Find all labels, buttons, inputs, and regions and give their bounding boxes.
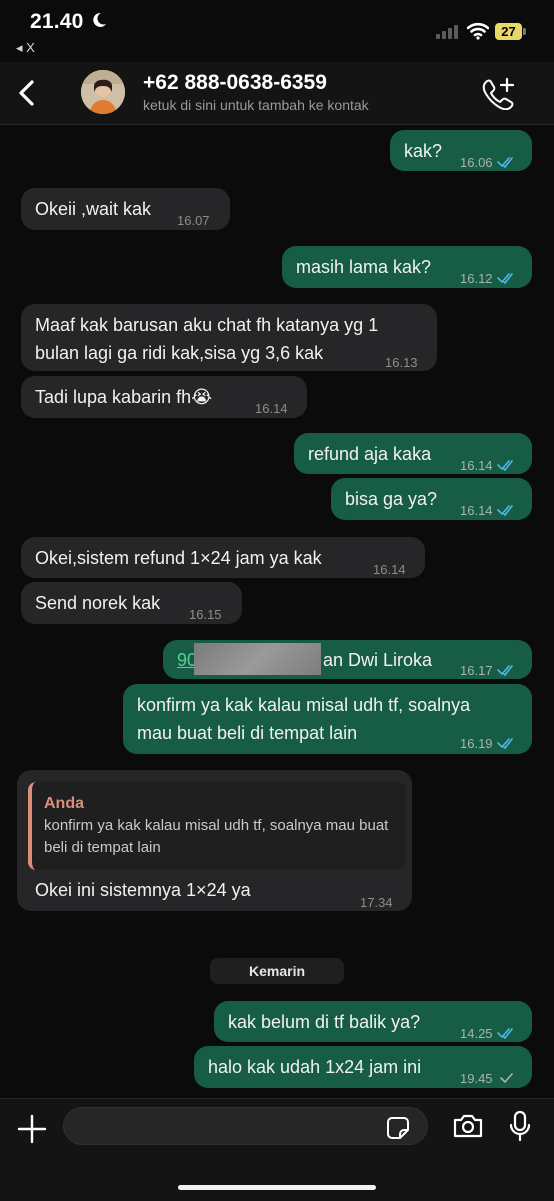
message-text: masih lama kak? <box>296 257 432 277</box>
message-bubble-incoming[interactable]: Maaf kak barusan aku chat fh katanya yg … <box>21 304 437 371</box>
message-text-line-1: konfirm ya kak kalau misal udh tf, soaln… <box>137 695 471 715</box>
sticker-icon[interactable] <box>386 1116 410 1140</box>
message-text-line-2: mau buat beli di tempat lain <box>137 723 358 743</box>
back-to-app-link[interactable]: ◂ X <box>16 40 35 56</box>
message-time: 16.14 <box>373 562 406 577</box>
message-time: 16.14 <box>460 503 493 518</box>
message-meta: 16.12 <box>460 265 515 293</box>
battery-icon: 27 <box>495 23 527 41</box>
message-bubble-outgoing[interactable]: masih lama kak? 16.12 <box>282 246 532 288</box>
moon-icon <box>93 12 106 27</box>
avatar[interactable] <box>81 70 125 114</box>
message-meta: 14.25 <box>460 1020 515 1048</box>
message-time: 16.07 <box>177 213 210 228</box>
chat-header: +62 888-0638-6359 ketuk di sini untuk ta… <box>0 62 554 125</box>
message-time: 16.17 <box>460 663 493 678</box>
message-meta: 16.06 <box>460 149 515 177</box>
message-bubble-outgoing[interactable]: kak? 16.06 <box>390 130 532 171</box>
redacted-area <box>194 643 321 675</box>
double-check-icon <box>496 157 513 168</box>
message-bubble-incoming[interactable]: Send norek kak 16.15 <box>21 582 242 624</box>
message-input[interactable] <box>63 1107 428 1145</box>
message-time: 16.14 <box>255 401 288 416</box>
battery-level: 27 <box>495 23 522 40</box>
message-text: Send norek kak <box>35 593 161 613</box>
double-check-icon <box>496 1028 513 1039</box>
message-bubble-outgoing[interactable]: bisa ga ya? 16.14 <box>331 478 532 520</box>
single-check-icon <box>499 1073 513 1084</box>
message-text: Okei,sistem refund 1×24 jam ya kak <box>35 548 322 568</box>
quoted-text: konfirm ya kak kalau misal udh tf, soaln… <box>44 817 389 856</box>
message-time: 16.19 <box>460 736 493 751</box>
contact-name[interactable]: +62 888-0638-6359 <box>143 71 327 95</box>
date-separator: Kemarin <box>210 958 344 984</box>
double-check-icon <box>496 273 513 284</box>
message-time: 16.14 <box>460 458 493 473</box>
message-bubble-outgoing[interactable]: refund aja kaka 16.14 <box>294 433 532 474</box>
message-text: bisa ga ya? <box>345 489 438 509</box>
message-text: kak belum di tf balik ya? <box>228 1012 421 1032</box>
double-check-icon <box>496 665 513 676</box>
message-bubble-incoming[interactable]: Tadi lupa kabarin fh😭 16.14 <box>21 376 307 418</box>
message-text: an Dwi Liroka <box>323 650 433 670</box>
message-time: 14.25 <box>460 1026 493 1041</box>
status-time: 21.40 <box>30 10 84 33</box>
message-time: 16.13 <box>385 355 418 370</box>
message-text-line-2: bulan lagi ga ridi kak,sisa yg 3,6 kak <box>35 343 324 363</box>
message-bubble-outgoing[interactable]: konfirm ya kak kalau misal udh tf, soaln… <box>123 684 532 754</box>
message-meta: 16.17 <box>460 657 515 685</box>
back-chevron-icon[interactable] <box>12 76 44 110</box>
message-bubble-incoming[interactable]: Okei,sistem refund 1×24 jam ya kak 16.14 <box>21 537 425 578</box>
message-meta: 19.45 <box>460 1065 515 1093</box>
message-time: 19.45 <box>460 1071 493 1086</box>
double-check-icon <box>496 738 513 749</box>
contact-subtitle[interactable]: ketuk di sini untuk tambah ke kontak <box>143 97 369 113</box>
quoted-author: Anda <box>44 795 84 812</box>
message-text-line-1: Maaf kak barusan aku chat fh katanya yg … <box>35 315 379 335</box>
plus-icon[interactable] <box>17 1114 47 1144</box>
home-indicator[interactable] <box>178 1185 376 1190</box>
message-meta: 16.19 <box>460 730 515 758</box>
double-check-icon <box>496 460 513 471</box>
message-bubble-outgoing[interactable]: 90 an Dwi Liroka 16.17 <box>163 640 532 679</box>
signal-icon <box>436 25 462 39</box>
call-add-icon[interactable] <box>480 76 516 110</box>
message-text: kak? <box>404 141 443 161</box>
status-bar: 21.40 ◂ X 27 <box>0 0 554 62</box>
mic-icon[interactable] <box>508 1110 532 1142</box>
quoted-message[interactable]: Anda konfirm ya kak kalau misal udh tf, … <box>28 782 406 870</box>
double-check-icon <box>496 505 513 516</box>
message-text: halo kak udah 1x24 jam ini <box>208 1057 422 1077</box>
message-text: Tadi lupa kabarin fh😭 <box>35 387 213 407</box>
message-meta: 16.14 <box>460 497 515 525</box>
message-meta: 16.14 <box>460 452 515 480</box>
message-bubble-outgoing[interactable]: halo kak udah 1x24 jam ini 19.45 <box>194 1046 532 1088</box>
message-text: Okei ini sistemnya 1×24 ya <box>35 880 251 900</box>
message-time: 17.34 <box>360 895 393 910</box>
message-bubble-outgoing[interactable]: kak belum di tf balik ya? 14.25 <box>214 1001 532 1042</box>
message-time: 16.06 <box>460 155 493 170</box>
composer-bar <box>0 1098 554 1201</box>
message-text: refund aja kaka <box>308 444 432 464</box>
message-bubble-incoming-reply[interactable]: Anda konfirm ya kak kalau misal udh tf, … <box>17 770 412 911</box>
message-bubble-incoming[interactable]: Okeii ,wait kak 16.07 <box>21 188 230 230</box>
wifi-icon <box>467 22 489 40</box>
camera-icon[interactable] <box>452 1112 484 1140</box>
message-time: 16.15 <box>189 607 222 622</box>
message-text: Okeii ,wait kak <box>35 199 152 219</box>
message-time: 16.12 <box>460 271 493 286</box>
